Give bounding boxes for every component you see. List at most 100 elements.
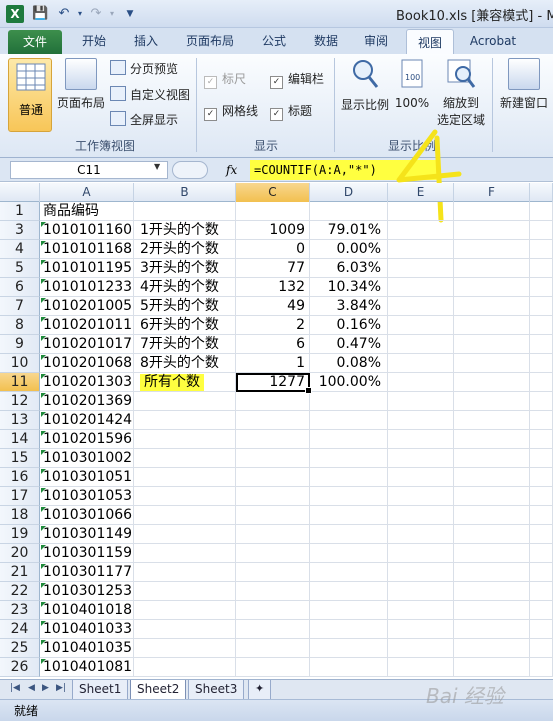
row-header[interactable]: 19 [0,525,40,544]
cell-g[interactable] [530,278,553,297]
customize-qat-icon[interactable]: ▼ [122,6,138,22]
column-header[interactable]: B [134,183,236,202]
row-header[interactable]: 3 [0,221,40,240]
row-header[interactable]: 21 [0,563,40,582]
cell-b[interactable] [134,601,236,620]
tab-formulas[interactable]: 公式 [252,28,296,54]
cell-g[interactable] [530,316,553,335]
cell-e[interactable] [388,335,454,354]
row-header[interactable]: 17 [0,487,40,506]
cell-e[interactable] [388,468,454,487]
insert-function-icon[interactable]: fx [226,161,242,179]
cell-f[interactable] [454,525,530,544]
row-header[interactable]: 22 [0,582,40,601]
row-header[interactable]: 5 [0,259,40,278]
cell-f[interactable] [454,392,530,411]
cell-g[interactable] [530,259,553,278]
cell-f[interactable] [454,506,530,525]
cell-g[interactable] [530,582,553,601]
cell-e[interactable] [388,240,454,259]
cell-b[interactable] [134,202,236,221]
cell-f[interactable] [454,468,530,487]
gridlines-checkbox[interactable]: ✓ 网格线 [204,102,258,121]
excel-logo-icon[interactable]: X [6,5,24,23]
cell-d[interactable] [310,506,388,525]
row-header[interactable]: 15 [0,449,40,468]
cell-a[interactable]: 1010201369 [40,392,134,411]
zoom-to-selection-button[interactable]: 缩放到 选定区域 [436,58,486,128]
sheet-tab-sheet3[interactable]: Sheet3 [188,680,245,700]
cell-g[interactable] [530,297,553,316]
cell-e[interactable] [388,430,454,449]
cell-e[interactable] [388,259,454,278]
cell-g[interactable] [530,373,553,392]
cell-d[interactable]: 100.00% [310,373,388,392]
cell-d[interactable] [310,411,388,430]
cell-f[interactable] [454,202,530,221]
cell-d[interactable]: 0.00% [310,240,388,259]
cell-a[interactable]: 1010201303 [40,373,134,392]
cell-a[interactable]: 1010201017 [40,335,134,354]
row-header[interactable]: 6 [0,278,40,297]
formula-bar-resize-handle[interactable] [172,161,208,179]
row-header[interactable]: 9 [0,335,40,354]
cell-b[interactable]: 7开头的个数 [134,335,236,354]
cell-f[interactable] [454,449,530,468]
cell-g[interactable] [530,221,553,240]
cell-b[interactable] [134,658,236,677]
cell-b[interactable] [134,449,236,468]
cell-d[interactable] [310,639,388,658]
cell-b[interactable] [134,468,236,487]
row-header[interactable]: 4 [0,240,40,259]
cell-f[interactable] [454,430,530,449]
cell-c[interactable] [236,563,310,582]
cell-e[interactable] [388,601,454,620]
cell-d[interactable]: 3.84% [310,297,388,316]
cell-d[interactable] [310,202,388,221]
cell-c[interactable]: 2 [236,316,310,335]
undo-icon[interactable]: ↶ [56,6,72,22]
cell-g[interactable] [530,601,553,620]
cell-c[interactable] [236,487,310,506]
cell-b[interactable] [134,639,236,658]
row-header[interactable]: 1 [0,202,40,221]
cell-c[interactable] [236,582,310,601]
cell-f[interactable] [454,563,530,582]
cell-a[interactable]: 1010301066 [40,506,134,525]
custom-views-button[interactable]: 自定义视图 [110,86,190,104]
row-header[interactable]: 16 [0,468,40,487]
zoom-100-button[interactable]: 100 100% [394,58,430,110]
row-header[interactable]: 20 [0,544,40,563]
cell-e[interactable] [388,449,454,468]
row-header[interactable]: 8 [0,316,40,335]
row-header[interactable]: 14 [0,430,40,449]
cell-a[interactable]: 1010401018 [40,601,134,620]
cell-f[interactable] [454,658,530,677]
cell-f[interactable] [454,316,530,335]
row-header[interactable]: 23 [0,601,40,620]
cell-c[interactable] [236,639,310,658]
cell-e[interactable] [388,392,454,411]
cell-e[interactable] [388,563,454,582]
cell-g[interactable] [530,240,553,259]
cell-e[interactable] [388,354,454,373]
full-screen-button[interactable]: 全屏显示 [110,111,178,129]
column-header[interactable]: E [388,183,454,202]
column-header[interactable]: A [40,183,134,202]
redo-icon[interactable]: ↷ [88,6,104,22]
row-header[interactable]: 11 [0,373,40,392]
cell-c[interactable] [236,468,310,487]
column-header[interactable] [530,183,553,202]
tab-data[interactable]: 数据 [304,28,348,54]
cell-d[interactable] [310,544,388,563]
cell-a[interactable]: 商品编码 [40,202,134,221]
cell-a[interactable]: 1010301051 [40,468,134,487]
tab-page-layout[interactable]: 页面布局 [178,28,242,54]
new-window-button[interactable]: 新建窗口 [496,58,552,111]
cell-g[interactable] [530,468,553,487]
cell-e[interactable] [388,487,454,506]
cell-d[interactable] [310,601,388,620]
headings-checkbox[interactable]: ✓ 标题 [270,102,312,121]
prev-sheet-icon[interactable]: ◀ [28,683,35,693]
cell-f[interactable] [454,221,530,240]
